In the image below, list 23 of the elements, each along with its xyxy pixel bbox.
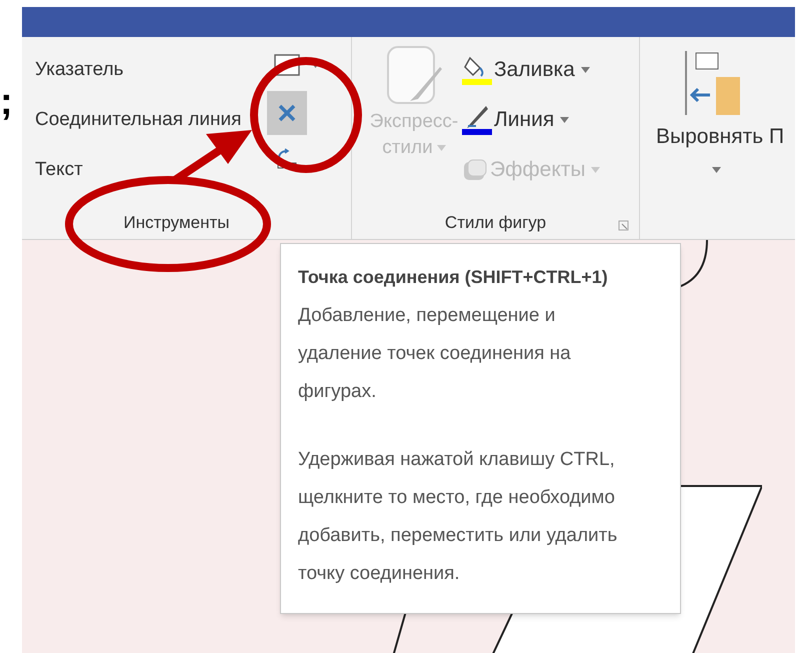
tool-item[interactable]: Соединительная линия <box>35 95 267 145</box>
dialog-launcher-icon[interactable] <box>618 220 629 231</box>
tooltip-text: Удерживая нажатой клавишу CTRL, щелкните то место, где необходимо добавить, переместить или удалить точку соединения. <box>298 448 618 586</box>
side-mark: ; <box>0 81 13 123</box>
caret-icon <box>436 145 446 151</box>
caret-icon <box>580 67 590 73</box>
caret-icon <box>712 166 721 172</box>
style-button[interactable]: Линия <box>462 95 600 145</box>
pen-icon <box>462 104 492 136</box>
tooltip-title: Точка соединения (SHIFT+CTRL+1) <box>298 266 609 289</box>
tooltip-text: Добавление, перемещение и удаление точек соединения на фигурах. <box>298 304 572 404</box>
tool-item[interactable]: Текст <box>35 145 267 195</box>
effects-icon <box>462 158 488 182</box>
tool-button[interactable] <box>267 91 307 135</box>
paint-bucket-icon <box>462 54 492 86</box>
style-button[interactable]: Заливка <box>462 45 600 95</box>
group-label: Инструменты <box>123 212 230 234</box>
caret-icon <box>560 117 570 123</box>
tool-item[interactable]: Указатель <box>35 45 267 95</box>
group-label: Стили фигур <box>444 212 546 234</box>
cross-icon <box>277 103 297 123</box>
caret-icon <box>591 167 600 173</box>
align-button[interactable]: Выровнять П <box>656 51 784 152</box>
